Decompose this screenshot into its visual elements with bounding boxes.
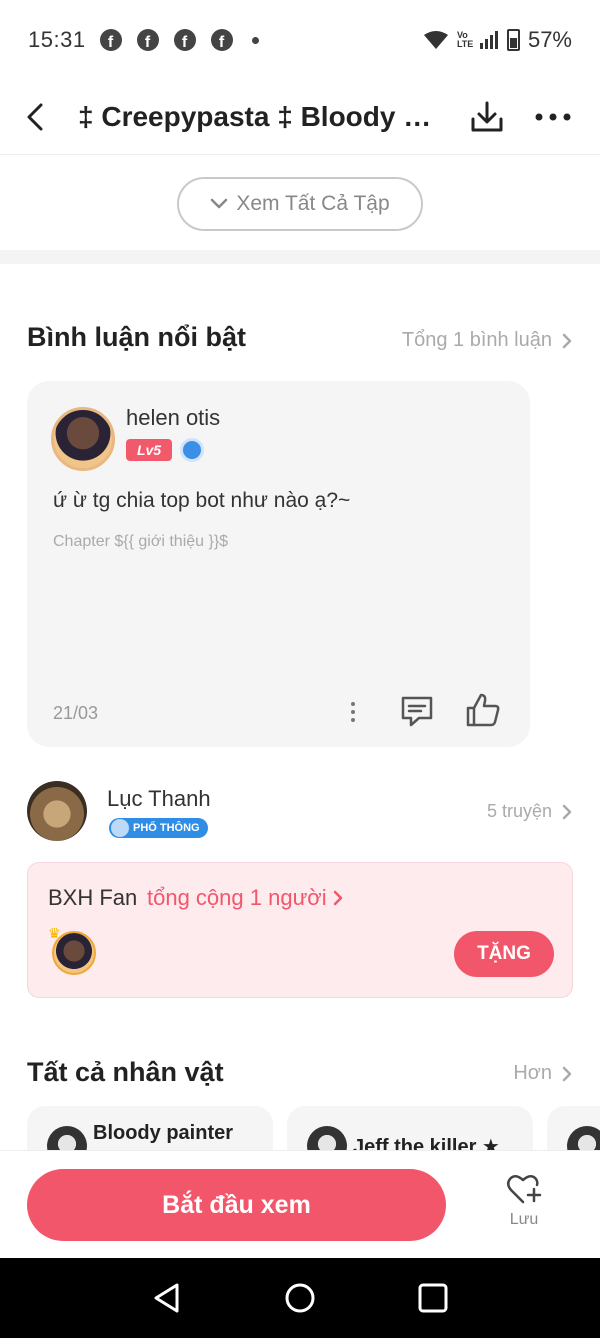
status-bar: 15:31 f f f f Vo LTE 57% (0, 0, 600, 80)
dot-icon (351, 702, 355, 706)
square-recents-icon (418, 1283, 448, 1313)
facebook-icon: f (99, 29, 122, 51)
status-time: 15:31 (28, 27, 86, 52)
triangle-back-icon (154, 1283, 179, 1313)
page-title: ‡ Creepypasta ‡ Bloody Painter (78, 101, 438, 132)
save-button[interactable]: Lưu (490, 1173, 558, 1243)
chevron-right-icon (562, 1066, 572, 1081)
comment-more-button[interactable] (343, 697, 363, 727)
comments-section-title: Bình luận nổi bật (27, 322, 246, 352)
status-right: Vo LTE 57% (423, 27, 572, 53)
facebook-icon: f (173, 29, 196, 51)
wifi-icon (423, 31, 448, 49)
comment-card[interactable]: helen otis Lv5 ứ ừ tg chia top bot như n… (27, 381, 530, 747)
save-label: Lưu (509, 1211, 539, 1228)
volte-label: Vo LTE (456, 30, 474, 49)
view-all-episodes-button[interactable]: Xem Tất Cả Tập (177, 177, 423, 231)
battery-icon (506, 29, 520, 51)
view-all-episodes-label: Xem Tất Cả Tập (236, 192, 390, 215)
author-stories-label: 5 truyện (486, 801, 552, 821)
nav-home-button[interactable] (280, 1278, 320, 1318)
circle-home-icon (285, 1283, 315, 1313)
app-header: ‡ Creepypasta ‡ Bloody Painter (0, 80, 600, 155)
download-icon (471, 101, 503, 132)
facebook-icon: f (136, 29, 159, 51)
fan-ranking-total-link[interactable]: tổng cộng 1 người (147, 885, 343, 911)
dot-icon (351, 710, 355, 714)
battery-percent: 57% (527, 27, 572, 52)
total-comments-label: Tổng 1 bình luận (401, 329, 552, 351)
fan-ranking-total-label: tổng cộng 1 người (147, 885, 327, 910)
more-horizontal-icon (535, 113, 571, 121)
chevron-right-icon (562, 333, 572, 348)
author-avatar[interactable] (27, 781, 87, 841)
comment-text: ứ ừ tg chia top bot như nào ạ?~ (53, 489, 351, 512)
chevron-left-icon (27, 103, 43, 131)
nav-recents-button[interactable] (413, 1278, 453, 1318)
thumbs-up-icon[interactable] (464, 691, 502, 729)
droplet-badge-icon (180, 438, 204, 462)
chevron-right-icon (562, 804, 572, 819)
start-reading-button[interactable]: Bắt đầu xem (27, 1169, 446, 1241)
more-notifications-icon (251, 36, 259, 44)
heart-plus-icon (507, 1175, 542, 1204)
signal-icon (479, 31, 498, 49)
fan-ranking-title: BXH Fan (48, 885, 138, 910)
more-options-button[interactable] (530, 94, 576, 140)
crown-icon: ♛ (48, 925, 61, 941)
dot-icon (351, 718, 355, 722)
character-name: Bloody painter (93, 1122, 234, 1144)
back-button[interactable] (0, 80, 70, 155)
author-stories-link[interactable]: 5 truyện (487, 801, 572, 822)
fan-ranking-card: BXH Fan tổng cộng 1 người ♛ TẶNG (27, 862, 573, 998)
characters-section-title: Tất cả nhân vật (27, 1057, 224, 1087)
chevron-right-icon (333, 890, 342, 906)
system-nav-bar (0, 1258, 600, 1338)
total-comments-link[interactable]: Tổng 1 bình luận (402, 329, 572, 352)
level-badge: Lv5 (126, 439, 172, 461)
author-rank-badge: PHỔ THÔNG (109, 818, 208, 838)
comment-chapter: Chapter ${{ giới thiệu }}$ (53, 533, 229, 550)
download-button[interactable] (464, 94, 510, 140)
bottom-action-bar: Bắt đầu xem Lưu (0, 1150, 600, 1258)
section-divider (0, 250, 600, 264)
avatar[interactable] (51, 407, 115, 471)
comment-date: 21/03 (53, 703, 99, 723)
facebook-icon: f (210, 29, 233, 51)
comment-username[interactable]: helen otis (126, 405, 220, 431)
nav-back-button[interactable] (147, 1278, 187, 1318)
reply-icon[interactable] (399, 693, 435, 729)
author-name[interactable]: Lục Thanh (107, 786, 211, 812)
characters-more-link[interactable]: Hơn (513, 1062, 572, 1085)
gift-button[interactable]: TẶNG (454, 931, 554, 977)
chevron-down-icon (211, 198, 228, 209)
characters-more-label: Hơn (513, 1062, 552, 1084)
